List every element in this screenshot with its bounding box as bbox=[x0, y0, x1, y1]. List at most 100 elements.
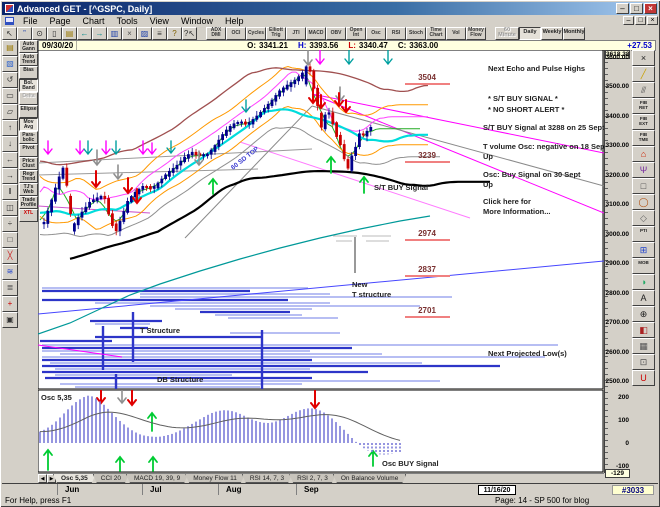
fib-extension-icon[interactable]: FIB EXT bbox=[632, 114, 655, 130]
menu-help[interactable]: Help bbox=[219, 16, 250, 26]
maximize-button[interactable]: □ bbox=[630, 3, 643, 14]
marquee-icon[interactable]: ▦ bbox=[632, 338, 655, 354]
tab-rsi-14-7-3[interactable]: RSI 14, 7, 3 bbox=[242, 474, 292, 483]
fib-retrace-icon[interactable]: FIB RET bbox=[632, 98, 655, 114]
tab-osc-5-35[interactable]: Osc 5,35 bbox=[53, 474, 96, 483]
trendline-icon[interactable]: ⫻ bbox=[632, 82, 655, 98]
pointer-icon[interactable]: ↖ bbox=[2, 27, 17, 40]
study-button-stoch[interactable]: Stoch bbox=[406, 27, 426, 40]
pencil-icon[interactable]: ╱ bbox=[632, 66, 655, 82]
text-tool-icon[interactable]: A bbox=[632, 290, 655, 306]
box-tool-icon[interactable]: □ bbox=[632, 178, 655, 194]
delete-lines-icon[interactable]: ╳ bbox=[2, 248, 18, 264]
scroll-up-icon[interactable]: ↑ bbox=[2, 120, 18, 136]
minimize-button[interactable]: – bbox=[616, 3, 629, 14]
study-button-elliott-trig[interactable]: Elliott Trig bbox=[266, 27, 286, 40]
study-tool-xtl[interactable]: XTL bbox=[19, 209, 38, 222]
tab-rsi-2-7-3[interactable]: RSI 2, 7, 3 bbox=[289, 474, 336, 483]
bar-space-icon[interactable]: ‖ bbox=[2, 184, 18, 200]
bar-width-icon[interactable]: ◫ bbox=[2, 200, 18, 216]
menu-view[interactable]: View bbox=[144, 16, 175, 26]
study-button-adx-dmi[interactable]: ADX DMI bbox=[206, 27, 226, 40]
fib-time-icon[interactable]: FIB TME bbox=[632, 130, 655, 146]
elliott-eraser-icon[interactable]: ▱ bbox=[2, 104, 18, 120]
timeframe-daily[interactable]: Daily bbox=[519, 27, 541, 40]
menu-page[interactable]: Page bbox=[44, 16, 77, 26]
timeframe-60-minute[interactable]: 60 Minute bbox=[495, 27, 519, 40]
insert-chart-icon[interactable]: ▨ bbox=[137, 27, 152, 40]
zoom-icon[interactable]: ⊙ bbox=[32, 27, 47, 40]
draw-lines-icon[interactable]: ≋ bbox=[2, 264, 18, 280]
copy-icon[interactable]: ⊡ bbox=[632, 354, 655, 370]
gauge-icon[interactable]: ◑ bbox=[632, 274, 655, 290]
study-tool-regrtrend[interactable]: Regr Trend bbox=[19, 170, 38, 183]
grid-lines-icon[interactable]: ≣ bbox=[2, 280, 18, 296]
delete-icon[interactable]: × bbox=[122, 27, 137, 40]
blank-box-icon[interactable]: □ bbox=[2, 232, 18, 248]
quick-reset-icon[interactable]: ↺ bbox=[2, 72, 18, 88]
tab-cci-20[interactable]: CCI 20 bbox=[93, 474, 129, 483]
study-tool-movavg[interactable]: Mov Avg bbox=[19, 118, 38, 131]
study-eraser-icon[interactable]: ▭ bbox=[2, 88, 18, 104]
context-help-icon[interactable]: ?↖ bbox=[182, 27, 197, 40]
clipboard-icon[interactable]: ▥ bbox=[107, 27, 122, 40]
zoom-tool-icon[interactable]: ⊕ bbox=[632, 306, 655, 322]
quote-icon[interactable]: ” bbox=[17, 27, 32, 40]
mob-icon[interactable]: MOB bbox=[632, 258, 655, 274]
paint-icon[interactable]: ◧ bbox=[632, 322, 655, 338]
more-information-link[interactable]: Click here for bbox=[483, 197, 531, 206]
scroll-down-icon[interactable]: ↓ bbox=[2, 136, 18, 152]
tab-money-flow-11[interactable]: Money Flow 11 bbox=[185, 474, 245, 483]
study-button-osc[interactable]: Osc bbox=[366, 27, 386, 40]
study-button-time-chart[interactable]: Time Chart bbox=[426, 27, 446, 40]
tab-macd-19-39-9[interactable]: MACD 19, 39, 9 bbox=[126, 474, 188, 483]
study-button-cycles[interactable]: Cycles bbox=[246, 27, 266, 40]
scroll-right-icon[interactable]: → bbox=[2, 168, 18, 184]
open-icon[interactable]: ▤ bbox=[2, 40, 18, 56]
next-icon[interactable]: → bbox=[92, 27, 107, 40]
diamond-tool-icon[interactable]: ◇ bbox=[632, 210, 655, 226]
more-information-link[interactable]: More Information... bbox=[483, 207, 551, 216]
add-study-icon[interactable]: + bbox=[2, 296, 18, 312]
study-button-macd[interactable]: MACD bbox=[306, 27, 326, 40]
undo-icon[interactable]: U bbox=[632, 370, 655, 386]
study-button-jti[interactable]: JTI bbox=[286, 27, 306, 40]
study-tool-autotrend[interactable]: Auto Trend bbox=[19, 53, 38, 66]
gann-icon[interactable]: ⌂ bbox=[632, 146, 655, 162]
study-button-oci[interactable]: OCI bbox=[226, 27, 246, 40]
child-minimize-button[interactable]: – bbox=[623, 16, 634, 25]
scroll-left-icon[interactable]: ← bbox=[2, 152, 18, 168]
menu-chart[interactable]: Chart bbox=[77, 16, 111, 26]
grid-icon[interactable]: ⊞ bbox=[632, 242, 655, 258]
study-button-rsi[interactable]: RSI bbox=[386, 27, 406, 40]
prev-icon[interactable]: ← bbox=[77, 27, 92, 40]
palette-icon[interactable]: ▧ bbox=[2, 56, 18, 72]
study-tool-pivot[interactable]: Pivot bbox=[19, 144, 38, 157]
study-button-money-flow[interactable]: Money Flow bbox=[466, 27, 486, 40]
study-tool-tradeprofile[interactable]: Trade Profile bbox=[19, 196, 38, 209]
child-close-button[interactable]: × bbox=[647, 16, 658, 25]
close-button[interactable]: × bbox=[644, 3, 657, 14]
price-chart-canvas[interactable]: 35043239297428372701Next Echo and Pulse … bbox=[38, 50, 604, 390]
child-restore-button[interactable]: □ bbox=[635, 16, 646, 25]
new-chart-icon[interactable]: ▯ bbox=[47, 27, 62, 40]
pti-icon[interactable]: PTI bbox=[632, 226, 655, 242]
help-icon[interactable]: ? bbox=[167, 27, 182, 40]
pitchfork-icon[interactable]: Ψ bbox=[632, 162, 655, 178]
ellipse-tool-icon[interactable]: ◯ bbox=[632, 194, 655, 210]
menu-tools[interactable]: Tools bbox=[111, 16, 144, 26]
oscillator-canvas[interactable]: Osc 5,35Osc BUY Signal bbox=[38, 390, 604, 473]
study-button-obv[interactable]: OBV bbox=[326, 27, 346, 40]
open-chart-icon[interactable]: ▤ bbox=[62, 27, 77, 40]
study-tool-bias[interactable]: Bias bbox=[19, 66, 38, 79]
timeframe-weekly[interactable]: Weekly bbox=[541, 27, 563, 40]
study-tool-autogann[interactable]: Auto Gann bbox=[19, 40, 38, 53]
menu-file[interactable]: File bbox=[17, 16, 44, 26]
tab-on-balance-volume[interactable]: On Balance Volume bbox=[333, 474, 406, 483]
print-icon[interactable]: ≡ bbox=[152, 27, 167, 40]
study-tool-ellipse[interactable]: Ellipse bbox=[19, 105, 38, 118]
study-tool-parabolic[interactable]: Para- bolic bbox=[19, 131, 38, 144]
study-button-open-int[interactable]: Open Int bbox=[346, 27, 366, 40]
snapshot-icon[interactable]: ▣ bbox=[2, 312, 18, 328]
study-tool-tjsweb[interactable]: TJ's Web bbox=[19, 183, 38, 196]
